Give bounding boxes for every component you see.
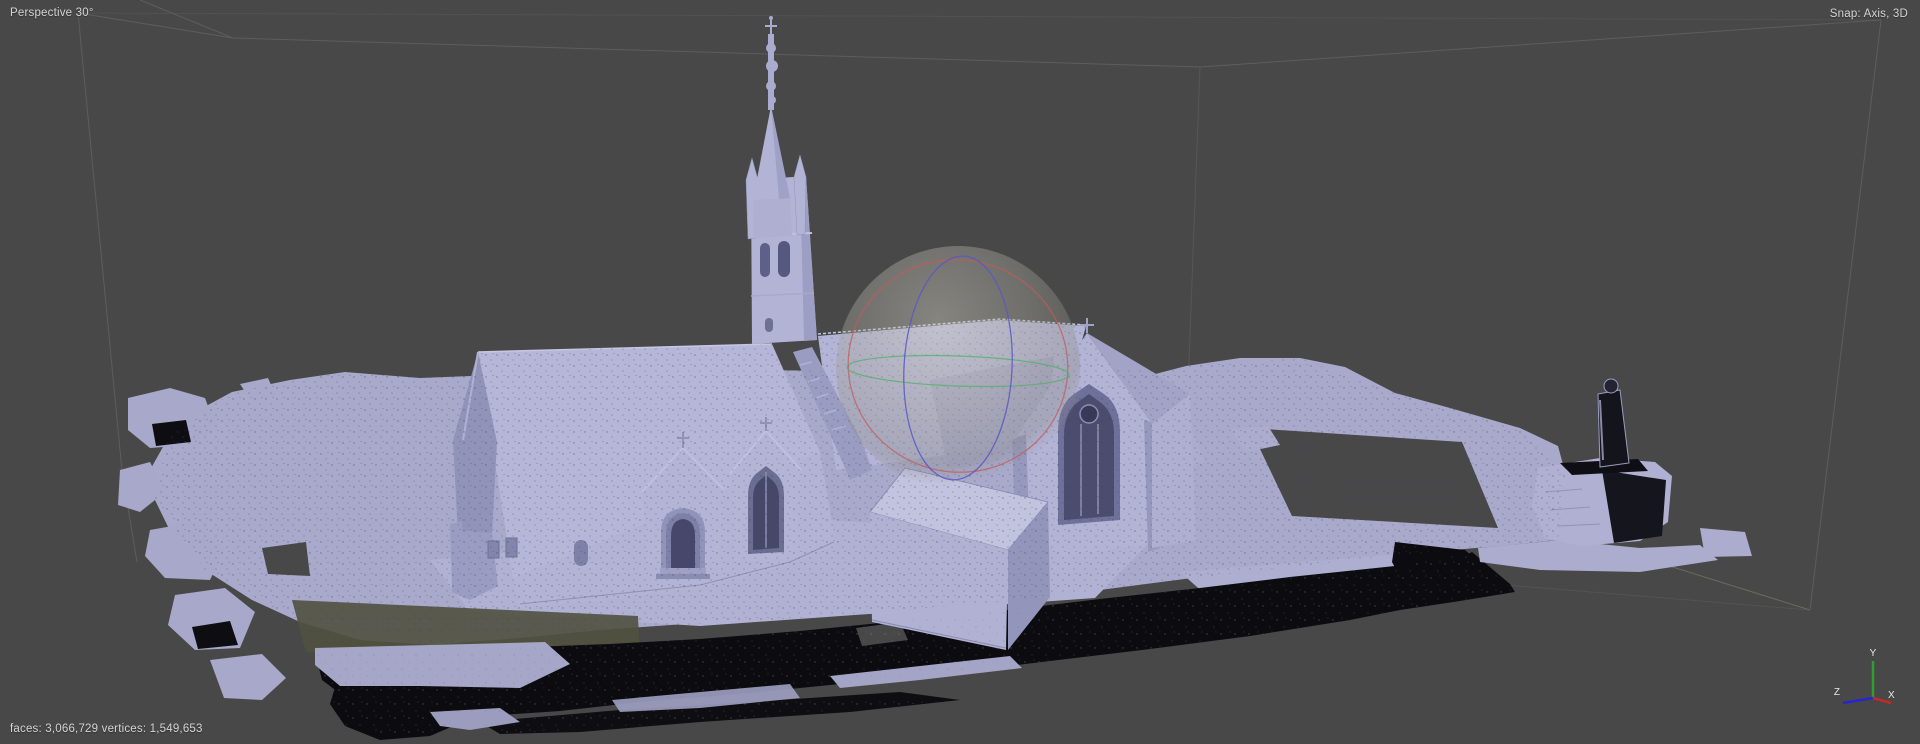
bell-louvre bbox=[778, 241, 790, 277]
axis-gizmo[interactable]: Y Z X bbox=[1834, 648, 1895, 705]
axis-x-label: X bbox=[1888, 690, 1895, 701]
spire-base bbox=[753, 196, 792, 238]
tower-slit-window bbox=[765, 318, 773, 332]
projection-label: Perspective 30° bbox=[10, 7, 94, 19]
trackball-sphere[interactable] bbox=[836, 246, 1080, 490]
bell-louvre bbox=[760, 243, 770, 277]
3d-viewport[interactable]: Y Z X Perspective 30° Snap: Axis, 3D fac… bbox=[0, 0, 1920, 744]
mesh-stats-label: faces: 3,066,729 vertices: 1,549,653 bbox=[10, 723, 203, 735]
axis-y-label: Y bbox=[1870, 648, 1877, 659]
calvary-statue-head bbox=[1603, 378, 1619, 394]
snap-status-label: Snap: Axis, 3D bbox=[1829, 8, 1908, 20]
axis-z-line bbox=[1842, 696, 1874, 705]
spire-finial bbox=[765, 16, 778, 110]
axis-z-label: Z bbox=[1834, 687, 1840, 698]
